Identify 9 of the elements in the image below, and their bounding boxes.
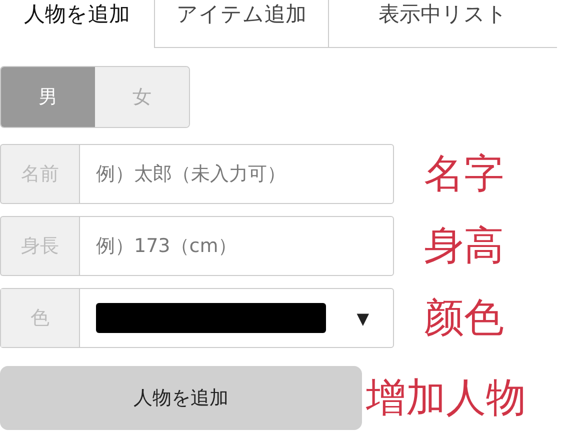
add-person-button[interactable]: 人物を追加 [0, 366, 362, 430]
annotation: 颜色 [424, 298, 504, 338]
annotation: 增加人物 [366, 378, 526, 418]
annotation: 名字 [424, 154, 504, 194]
input-field[interactable]: 例）173（cm） [79, 216, 394, 276]
tab[interactable]: アイテム追加 [155, 0, 329, 48]
input-field[interactable]: 例）太郎（未入力可） [79, 144, 394, 204]
dropdown-arrow: ▼ [356, 308, 369, 328]
annotation: 身高 [424, 226, 504, 266]
